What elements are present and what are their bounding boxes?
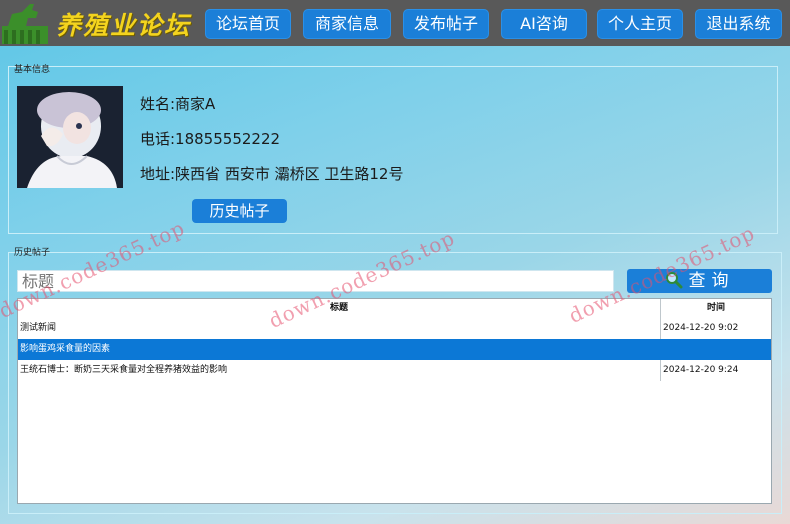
search-button[interactable]: 查询 (627, 269, 772, 293)
merchant-address: 地址:陕西省 西安市 灞桥区 卫生路12号 (140, 165, 404, 183)
nav-publish-post-button[interactable]: 发布帖子 (403, 9, 489, 39)
search-button-label: 查询 (688, 271, 735, 291)
merchant-avatar (17, 86, 123, 188)
search-icon (665, 272, 682, 289)
history-posts-group-title: 历史帖子 (14, 248, 51, 258)
nav-personal-home-button[interactable]: 个人主页 (597, 9, 683, 39)
merchant-name: 姓名:商家A (140, 95, 216, 113)
nav-merchant-info-button[interactable]: 商家信息 (303, 9, 391, 39)
basic-info-group (8, 66, 778, 234)
column-header-title[interactable]: 标题 (18, 299, 660, 317)
history-posts-button[interactable]: 历史帖子 (192, 199, 287, 223)
top-bar: 养殖业论坛 论坛首页 商家信息 发布帖子 AI咨询 个人主页 退出系统 (0, 0, 790, 46)
nav-ai-consult-button[interactable]: AI咨询 (501, 9, 587, 39)
table-row[interactable]: 测试新闻 2024-12-20 9:02 (18, 318, 771, 339)
table-row[interactable]: 王统石博士：断奶三天采食量对全程养猪效益的影响 2024-12-20 9:24 (18, 360, 771, 381)
merchant-phone: 电话:18855552222 (140, 130, 281, 148)
history-posts-table[interactable]: 标题 时间 测试新闻 2024-12-20 9:02 影响蛋鸡采食量的因素 王统… (17, 298, 772, 504)
row-time: 2024-12-20 9:24 (663, 365, 739, 375)
table-row-selected[interactable]: 影响蛋鸡采食量的因素 (18, 339, 771, 360)
nav-forum-home-button[interactable]: 论坛首页 (205, 9, 291, 39)
row-time: 2024-12-20 9:02 (663, 323, 739, 333)
row-title: 王统石博士：断奶三天采食量对全程养猪效益的影响 (20, 365, 228, 375)
row-title: 影响蛋鸡采食量的因素 (20, 344, 111, 354)
column-header-time[interactable]: 时间 (661, 299, 771, 317)
forum-brand-title: 养殖业论坛 (56, 11, 192, 40)
farm-logo-icon (2, 4, 48, 44)
nav-logout-button[interactable]: 退出系统 (695, 9, 782, 39)
title-search-input[interactable] (17, 270, 614, 292)
basic-info-group-title: 基本信息 (14, 65, 51, 75)
row-title: 测试新闻 (20, 323, 57, 333)
